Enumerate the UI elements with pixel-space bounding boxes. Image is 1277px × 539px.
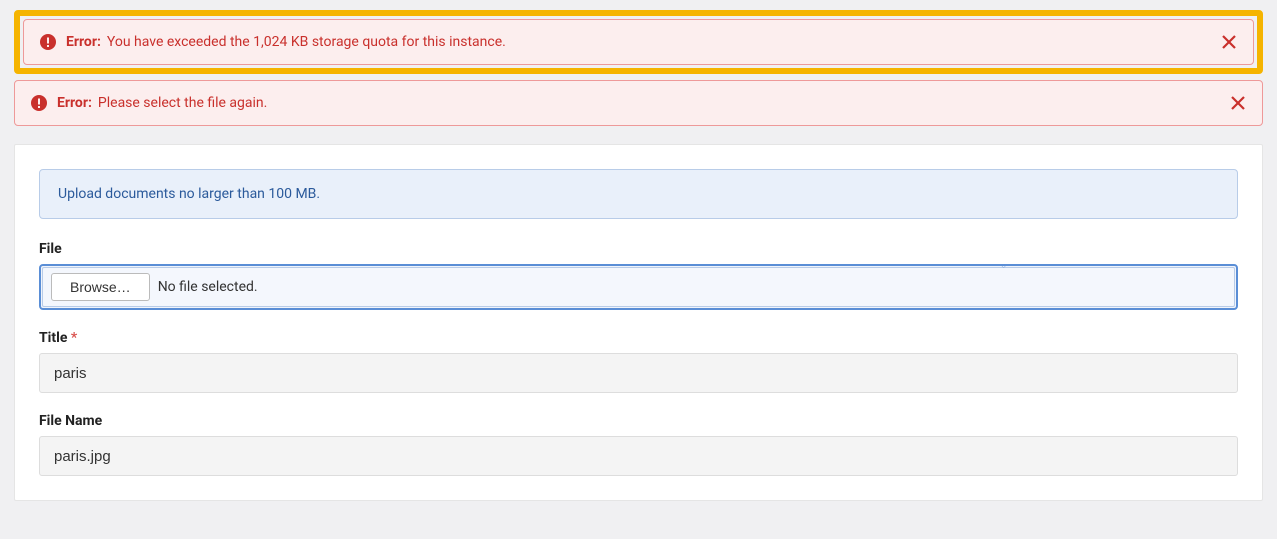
browse-button[interactable]: Browse… bbox=[51, 273, 150, 301]
error-message: Please select the file again. bbox=[98, 95, 267, 111]
title-label: Title * bbox=[39, 330, 1238, 346]
error-icon bbox=[40, 34, 56, 50]
filename-field-group: File Name bbox=[39, 413, 1238, 476]
title-input[interactable] bbox=[39, 353, 1238, 393]
error-label: Error: bbox=[66, 34, 101, 50]
error-alert-quota: Error: You have exceeded the 1,024 KB st… bbox=[23, 19, 1254, 65]
close-alert-button[interactable] bbox=[1215, 28, 1243, 56]
error-message: You have exceeded the 1,024 KB storage q… bbox=[107, 34, 506, 50]
close-icon bbox=[1228, 93, 1248, 113]
file-label: File bbox=[39, 241, 1238, 257]
error-alert-reselect: Error: Please select the file again. bbox=[14, 80, 1263, 126]
focus-mark-icon: ○ bbox=[1001, 261, 1006, 270]
file-input[interactable]: ○ Browse… No file selected. bbox=[39, 264, 1238, 310]
title-label-text: Title bbox=[39, 330, 67, 346]
filename-label: File Name bbox=[39, 413, 1238, 429]
close-alert-button[interactable] bbox=[1224, 89, 1252, 117]
info-banner: Upload documents no larger than 100 MB. bbox=[39, 169, 1238, 219]
filename-input[interactable] bbox=[39, 436, 1238, 476]
info-banner-text: Upload documents no larger than 100 MB. bbox=[58, 186, 320, 202]
file-selection-status: No file selected. bbox=[158, 279, 258, 295]
error-icon bbox=[31, 95, 47, 111]
file-field-group: File ○ Browse… No file selected. bbox=[39, 241, 1238, 310]
highlighted-alert-frame: Error: You have exceeded the 1,024 KB st… bbox=[14, 10, 1263, 74]
error-label: Error: bbox=[57, 95, 92, 111]
title-field-group: Title * bbox=[39, 330, 1238, 393]
close-icon bbox=[1219, 32, 1239, 52]
required-indicator: * bbox=[71, 330, 77, 346]
upload-card: Upload documents no larger than 100 MB. … bbox=[14, 144, 1263, 501]
